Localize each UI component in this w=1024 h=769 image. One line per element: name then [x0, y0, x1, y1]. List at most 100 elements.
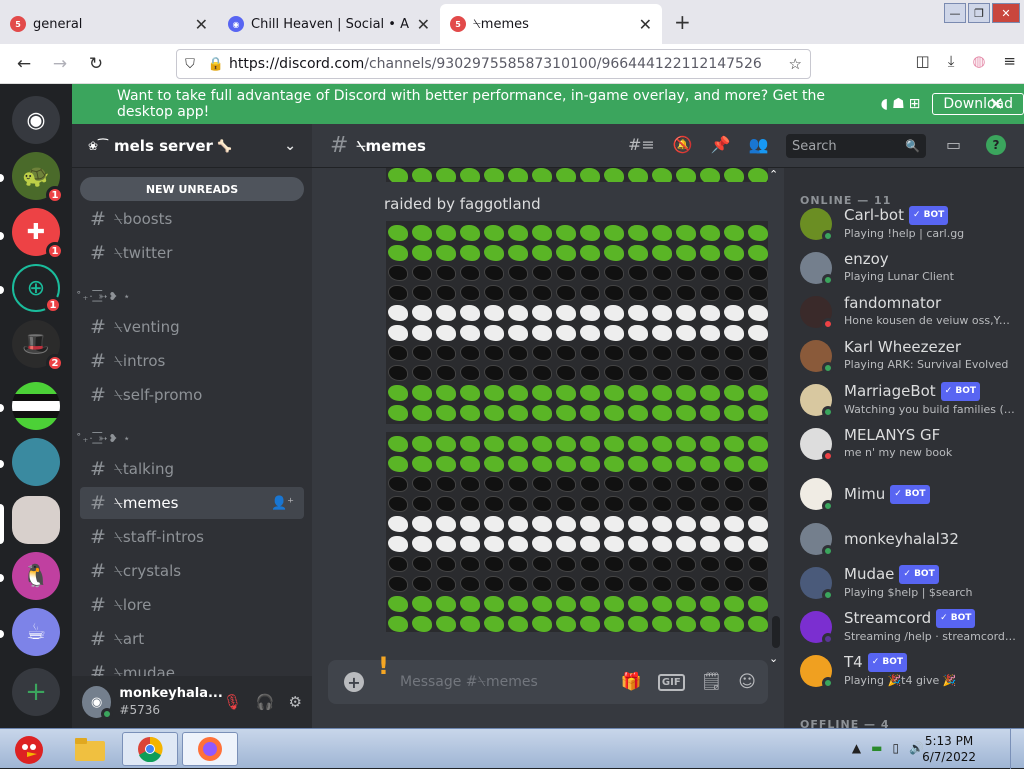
bookmark-star-icon[interactable]: ☆: [789, 55, 802, 73]
close-tab-icon[interactable]: ✕: [417, 15, 430, 34]
close-tab-icon[interactable]: ✕: [639, 15, 652, 34]
gear-icon[interactable]: ⚙: [289, 693, 302, 711]
avatar[interactable]: ◉: [82, 686, 114, 720]
discord-home-icon[interactable]: ◉: [12, 96, 60, 144]
channel-crystals[interactable]: # ⍀crystals: [80, 555, 304, 587]
pocket-icon[interactable]: ◫: [916, 52, 930, 70]
scroll-down-icon[interactable]: ⌄: [769, 652, 778, 665]
avatar[interactable]: [800, 523, 834, 557]
close-tab-icon[interactable]: ✕: [195, 15, 208, 34]
channel-talking[interactable]: # ⍀talking: [80, 453, 304, 485]
headphones-icon[interactable]: 🎧: [256, 693, 275, 711]
server-icon-teal[interactable]: ⊕ 1: [12, 264, 62, 314]
minimize-icon[interactable]: —: [944, 3, 966, 23]
help-icon[interactable]: ?: [986, 135, 1006, 155]
attachment-image[interactable]: [386, 221, 770, 424]
battery-icon[interactable]: ▯: [892, 741, 899, 755]
taskbar-clock[interactable]: 5:13 PM 6/7/2022: [922, 733, 976, 765]
channel-boosts[interactable]: # ⍀boosts: [80, 203, 304, 235]
channel-self-promo[interactable]: # ⍀self-promo: [80, 379, 304, 411]
avatar[interactable]: [800, 428, 834, 462]
avatar[interactable]: [800, 567, 834, 601]
forward-icon[interactable]: →: [42, 54, 78, 74]
server-icon-turtle[interactable]: 🐢 1: [12, 152, 64, 204]
window-close-icon[interactable]: ✕: [992, 3, 1020, 23]
server-icon-gentleman[interactable]: 🎩 2: [12, 320, 64, 372]
download-button[interactable]: Download: [932, 93, 1024, 115]
server-icon-mels-server[interactable]: [12, 496, 60, 544]
chat-scrollbar[interactable]: ⌃ ⌄: [768, 168, 784, 672]
new-unreads-bar[interactable]: NEW UNREADS: [80, 177, 304, 201]
taskbar-app-chrome[interactable]: [122, 732, 178, 766]
channel-staff-intros[interactable]: # ⍀staff-intros: [80, 521, 304, 553]
scroll-thumb[interactable]: [772, 616, 780, 648]
taskbar-app-folder[interactable]: [62, 732, 118, 766]
server-icon-cup[interactable]: ☕: [12, 608, 60, 656]
category-divider[interactable]: ˚₊· ͟͟͞͞➳❥ ⋆: [76, 290, 131, 303]
server-icon-red-plus[interactable]: ✚ 1: [12, 208, 64, 260]
member-row[interactable]: Mudae ✓ BOT Playing $help | $search: [800, 561, 1020, 605]
tray-expand-icon[interactable]: ▲: [852, 741, 861, 755]
server-header[interactable]: ❀⁀ mels server 🦴 ⌄: [72, 124, 312, 168]
member-row[interactable]: Karl Wheezezer Playing ARK: Survival Evol…: [800, 334, 1020, 378]
emoji-icon[interactable]: ☺: [738, 672, 756, 692]
member-row[interactable]: MarriageBot ✓ BOT Watching you build famil…: [800, 378, 1020, 422]
lock-icon[interactable]: 🔒: [203, 57, 229, 72]
member-row[interactable]: monkeyhalal32: [800, 517, 1020, 561]
member-row[interactable]: Carl-bot ✓ BOT Playing !help | carl.gg: [800, 202, 1020, 246]
avatar[interactable]: [800, 208, 834, 242]
avatar[interactable]: [800, 296, 834, 330]
avatar[interactable]: [800, 384, 834, 418]
avatar[interactable]: [800, 478, 834, 512]
member-row[interactable]: MELANYS GF me n' my new book: [800, 422, 1020, 466]
gif-button[interactable]: GIF: [657, 673, 685, 691]
avatar[interactable]: [800, 340, 834, 374]
avatar[interactable]: [800, 611, 834, 645]
add-server-icon[interactable]: +: [12, 668, 60, 716]
shield-icon[interactable]: ⛉: [177, 57, 203, 72]
server-icon-anime[interactable]: [12, 438, 60, 486]
mic-muted-icon[interactable]: 🎙: [223, 693, 242, 711]
search-input[interactable]: Search 🔍: [786, 134, 926, 158]
taskbar-app-firefox[interactable]: [182, 732, 238, 766]
downloads-icon[interactable]: ⤓: [948, 52, 955, 70]
url-bar[interactable]: ⛉ 🔒 https://discord.com/channels/9302975…: [176, 49, 811, 79]
channel-twitter[interactable]: # ⍀twitter: [80, 237, 304, 269]
user-info[interactable]: monkeyhala... #5736: [119, 686, 222, 718]
server-icon-stripes[interactable]: [12, 382, 60, 430]
member-row[interactable]: Streamcord ✓ BOT Streaming /help · streamc…: [800, 605, 1020, 649]
channel-venting[interactable]: # ⍀venting: [80, 311, 304, 343]
reload-icon[interactable]: ↻: [78, 54, 114, 74]
back-icon[interactable]: ←: [6, 54, 42, 74]
network-icon[interactable]: ▬: [871, 741, 882, 755]
attachment-image-top[interactable]: [386, 168, 770, 182]
member-row[interactable]: fandomnator Hone kousen de veiuw oss,Yea …: [800, 290, 1020, 334]
scroll-up-icon[interactable]: ⌃: [769, 168, 778, 181]
member-row[interactable]: T4 ✓ BOT Playing 🎉t4 give 🎉: [800, 649, 1020, 693]
menu-icon[interactable]: ≡: [1003, 52, 1016, 70]
channel-art[interactable]: # ⍀art: [80, 623, 304, 655]
member-row[interactable]: Mimu ✓ BOT: [800, 472, 1020, 516]
sticker-icon[interactable]: 🗒: [701, 672, 723, 692]
attachment-image[interactable]: [386, 432, 770, 632]
channel-memes[interactable]: # ⍀memes 👤⁺: [80, 487, 304, 519]
channel-lore[interactable]: # ⍀lore: [80, 589, 304, 621]
browser-tab-chill-heaven[interactable]: ◉ Chill Heaven | Social • Anime ✕: [218, 4, 440, 44]
start-button[interactable]: [2, 730, 56, 768]
member-list-icon[interactable]: 👥: [749, 135, 769, 154]
close-banner-icon[interactable]: ✕: [989, 94, 1004, 115]
show-desktop-button[interactable]: [1010, 729, 1024, 769]
inbox-icon[interactable]: ▭: [946, 135, 961, 154]
notification-bell-muted-icon[interactable]: 🔕: [673, 135, 693, 154]
threads-icon[interactable]: #≡: [628, 135, 655, 154]
create-invite-icon[interactable]: 👤⁺: [271, 496, 294, 511]
chevron-down-icon[interactable]: ⌄: [284, 138, 296, 154]
browser-tab-memes[interactable]: 5 ⍀memes ✕: [440, 4, 662, 44]
member-row[interactable]: enzoy Playing Lunar Client: [800, 246, 1020, 290]
avatar[interactable]: [800, 252, 834, 286]
avatar[interactable]: [800, 655, 834, 689]
server-icon-penguin[interactable]: 🐧: [12, 552, 60, 600]
gift-icon[interactable]: 🎁: [621, 672, 642, 692]
browser-tab-general[interactable]: 5 general ✕: [0, 4, 218, 44]
add-attachment-icon[interactable]: +: [344, 672, 364, 692]
